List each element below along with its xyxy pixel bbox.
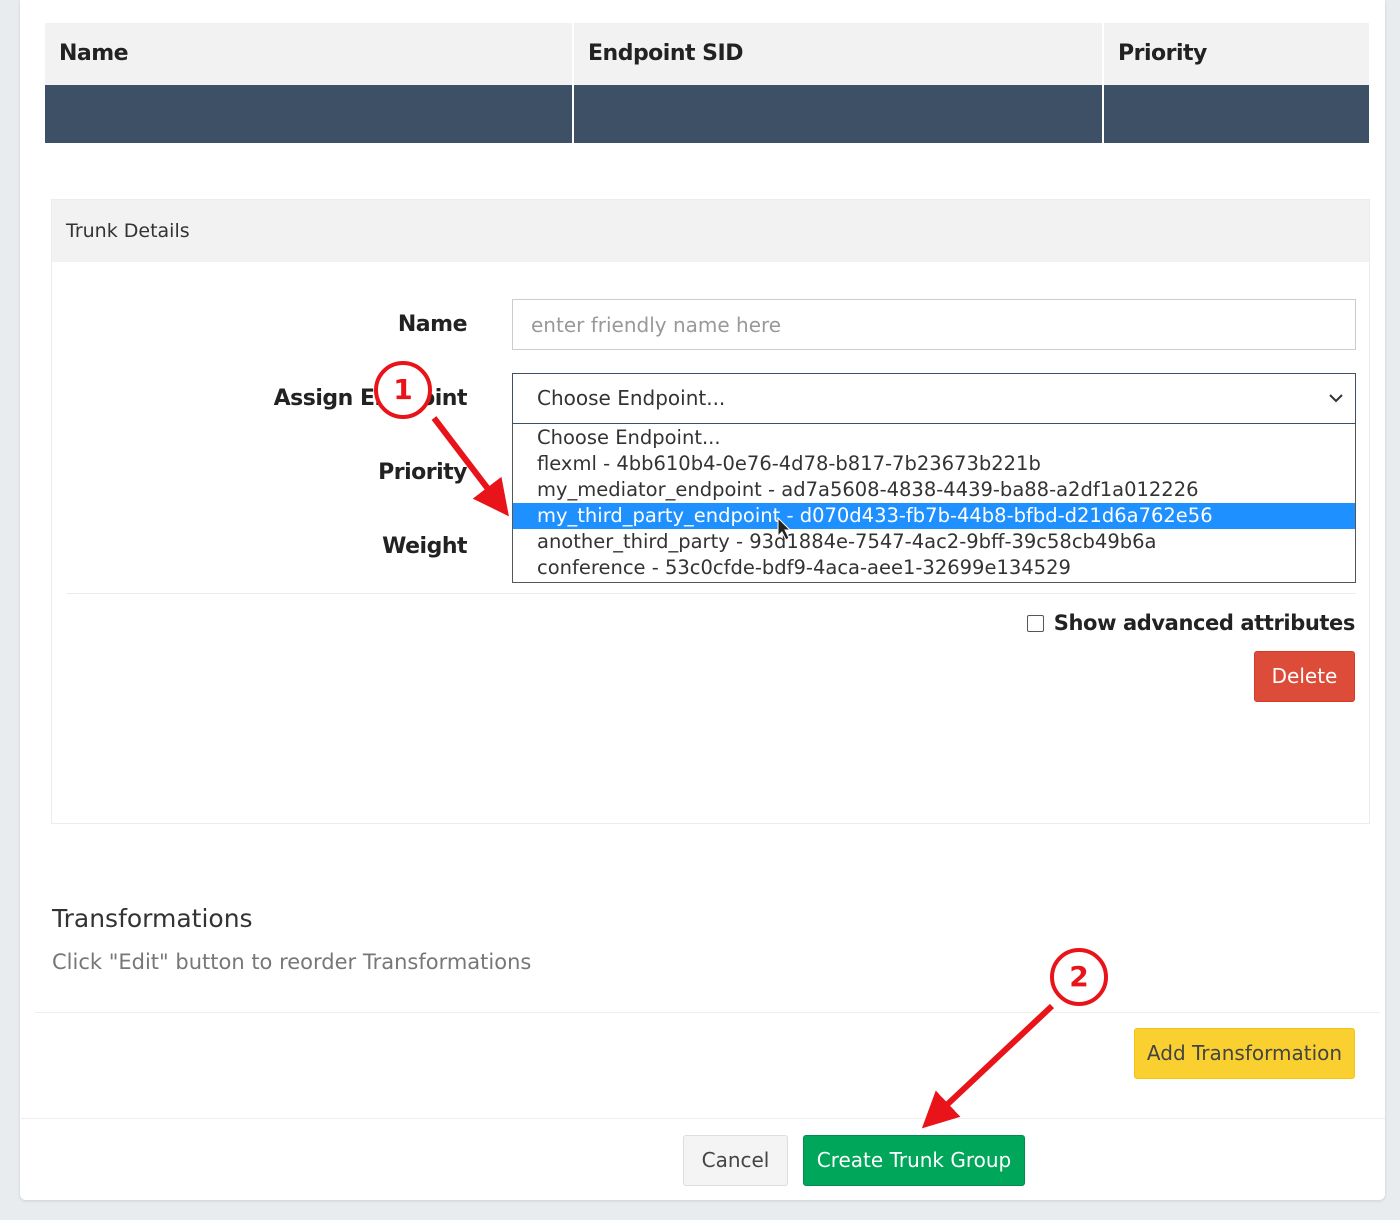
table-row[interactable] [45, 85, 1369, 143]
create-trunk-group-button[interactable]: Create Trunk Group [803, 1135, 1025, 1186]
name-field[interactable] [512, 299, 1356, 350]
table-cell-endpoint-sid [574, 85, 1104, 143]
cancel-button[interactable]: Cancel [683, 1135, 788, 1186]
show-advanced-toggle[interactable]: Show advanced attributes [1026, 611, 1356, 635]
step-marker-2: 2 [1050, 948, 1108, 1006]
endpoint-select[interactable]: Choose Endpoint... [512, 373, 1356, 424]
endpoint-option-highlighted[interactable]: my_third_party_endpoint - d070d433-fb7b-… [513, 503, 1355, 529]
column-header-priority: Priority [1118, 41, 1207, 66]
priority-label: Priority [378, 460, 467, 485]
transformations-hint: Click "Edit" button to reorder Transform… [52, 950, 532, 974]
endpoint-option[interactable]: Choose Endpoint... [513, 425, 1355, 451]
endpoint-options-list[interactable]: Choose Endpoint... flexml - 4bb610b4-0e7… [512, 424, 1356, 583]
footer-divider [21, 1118, 1385, 1119]
table-cell-priority [1104, 85, 1369, 143]
column-header-endpoint-sid: Endpoint SID [574, 23, 1104, 85]
endpoint-select-value: Choose Endpoint... [537, 386, 726, 410]
panel-title: Trunk Details [52, 200, 1369, 262]
delete-button[interactable]: Delete [1254, 651, 1355, 702]
table-cell-name [45, 85, 574, 143]
endpoint-option[interactable]: flexml - 4bb610b4-0e76-4d78-b817-7b23673… [513, 451, 1355, 477]
endpoint-option[interactable]: another_third_party - 93d1884e-7547-4ac2… [513, 529, 1355, 555]
endpoint-option[interactable]: my_mediator_endpoint - ad7a5608-4838-443… [513, 477, 1355, 503]
weight-label: Weight [382, 534, 467, 559]
add-transformation-button[interactable]: Add Transformation [1134, 1028, 1355, 1079]
name-label: Name [397, 312, 468, 337]
panel-divider [67, 593, 1356, 594]
trunks-table-header: Name Endpoint SID Priority [45, 23, 1369, 85]
endpoint-option[interactable]: conference - 53c0cfde-bdf9-4aca-aee1-326… [513, 555, 1355, 581]
show-advanced-checkbox[interactable] [1026, 614, 1044, 632]
column-header-name: Name [45, 23, 574, 85]
trunk-details-panel: Trunk Details Name Assign Endpoint Choos… [51, 199, 1370, 824]
transformations-divider [35, 1012, 1380, 1013]
transformations-title: Transformations [52, 904, 253, 933]
step-marker-1: 1 [374, 361, 432, 419]
show-advanced-label: Show advanced attributes [1053, 611, 1356, 635]
